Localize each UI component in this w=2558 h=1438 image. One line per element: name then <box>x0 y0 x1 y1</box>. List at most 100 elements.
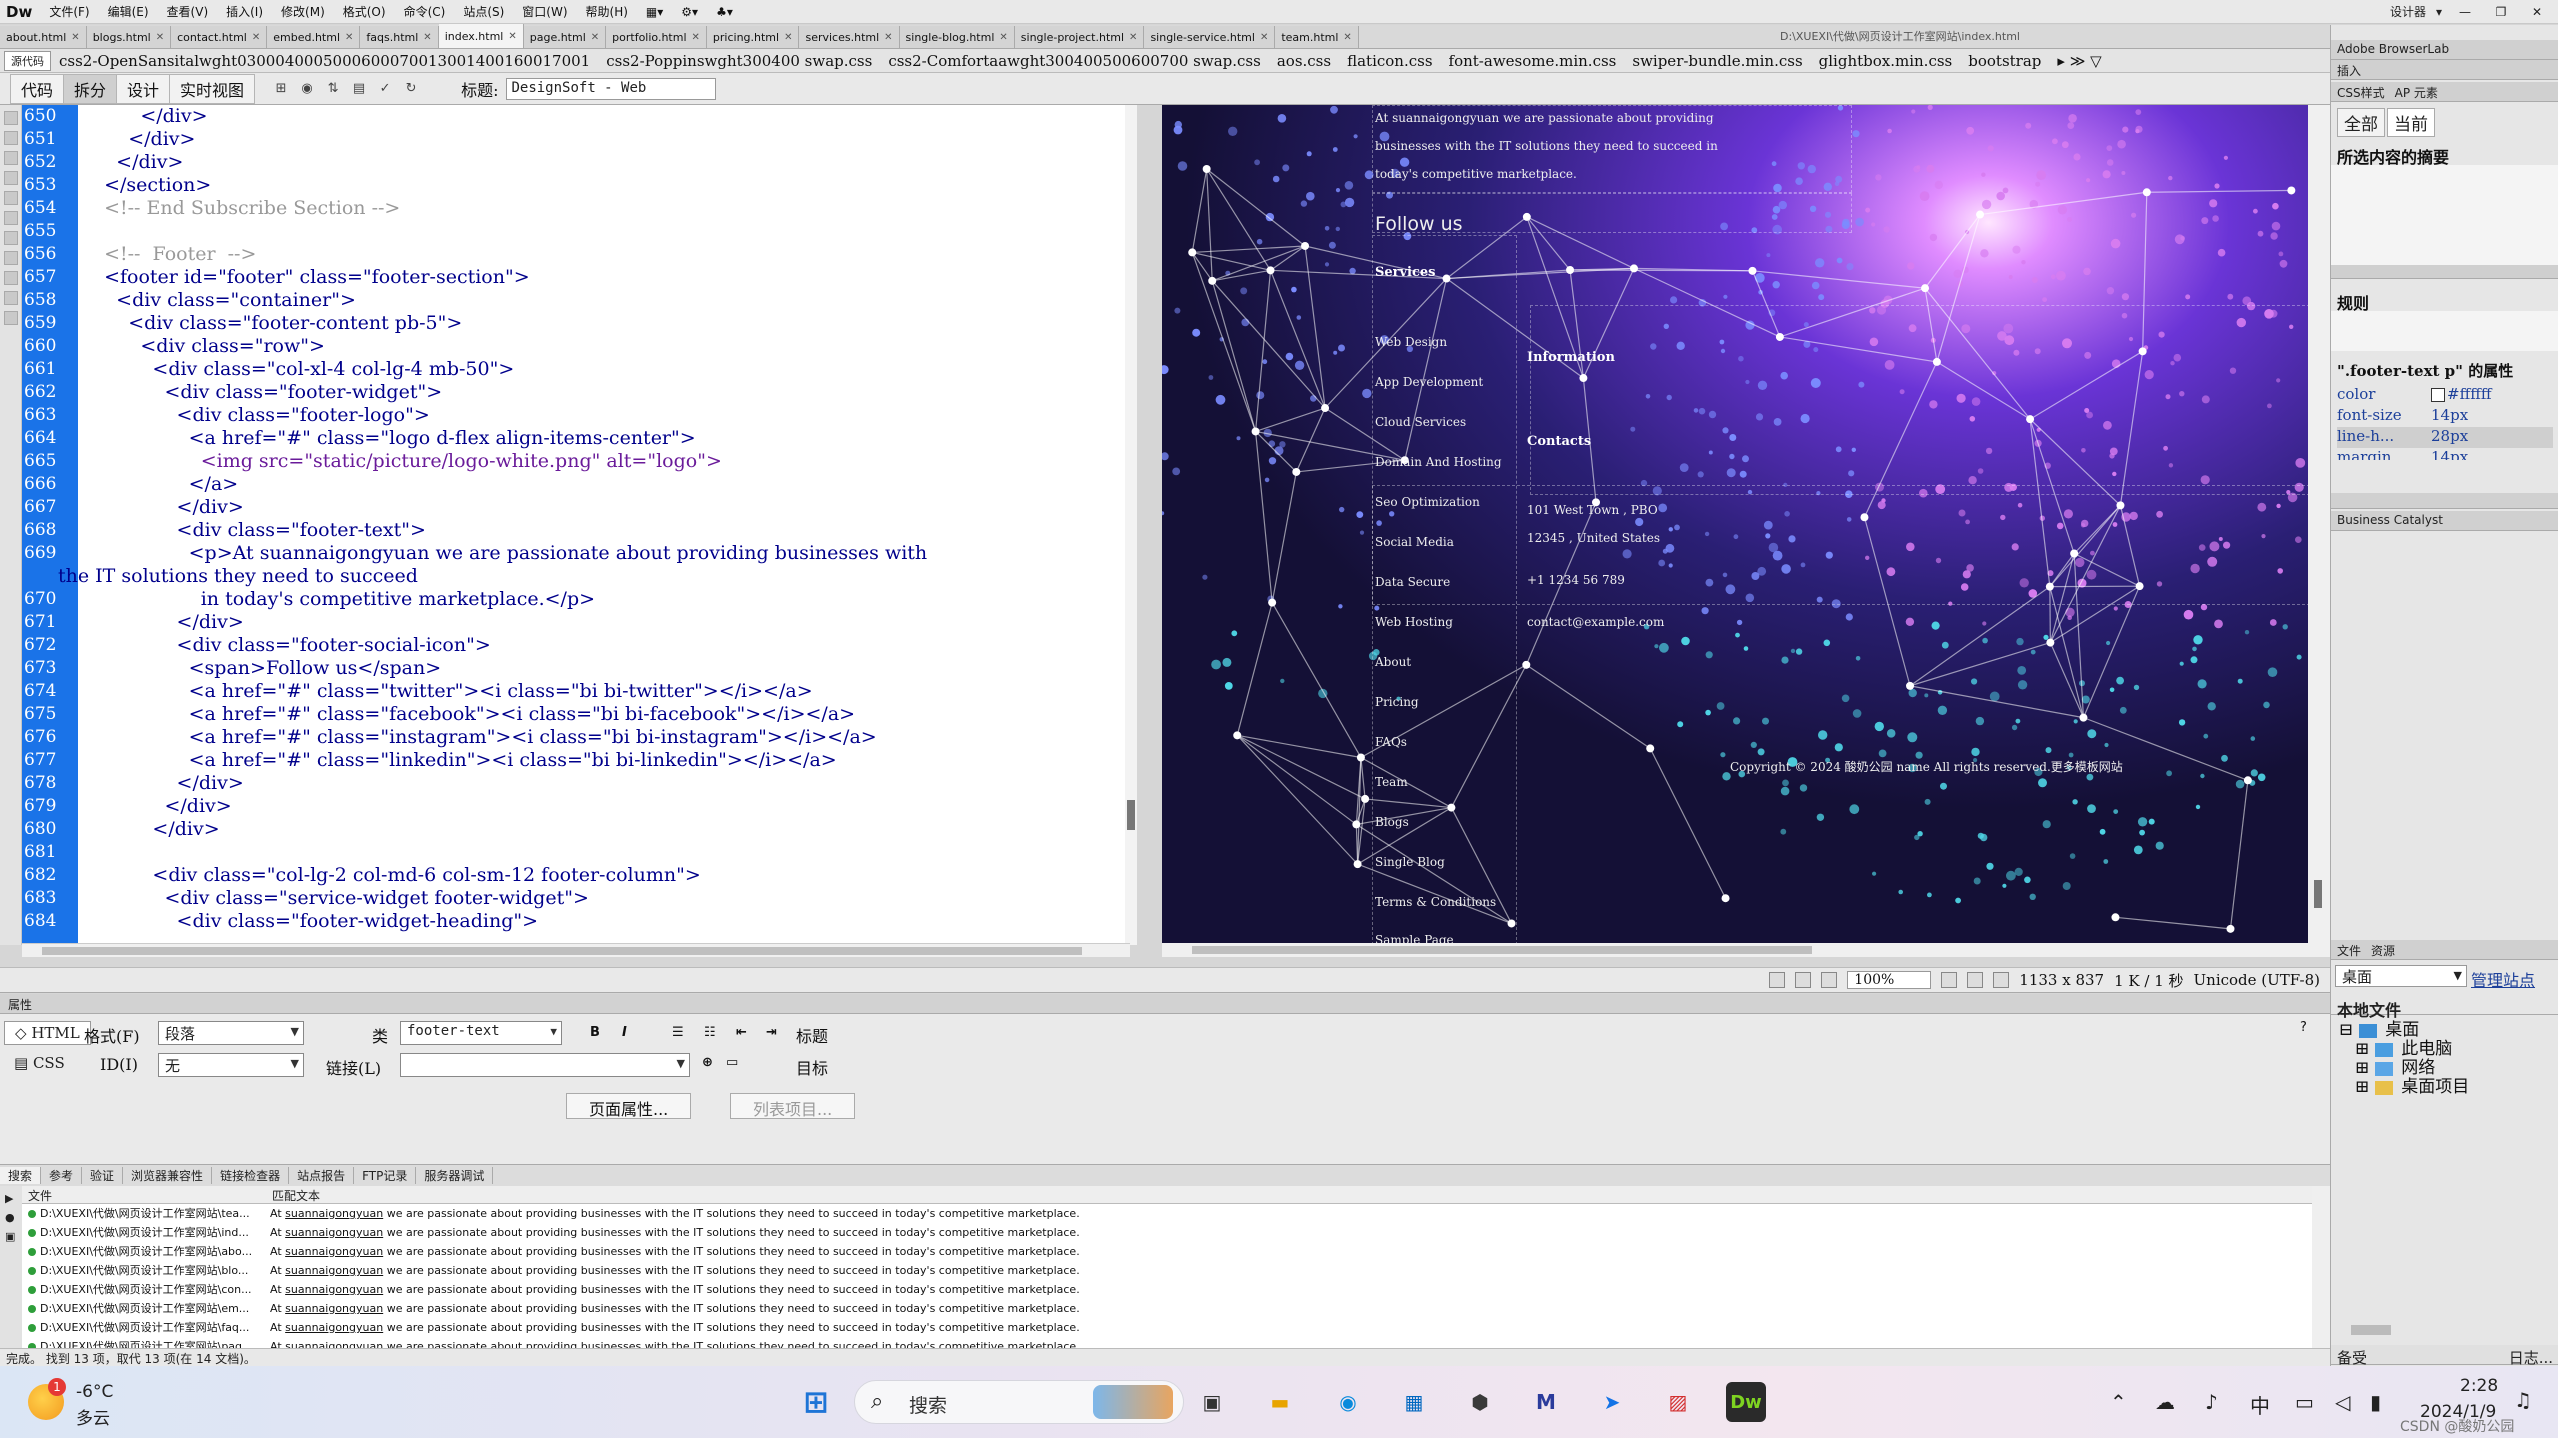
volume-icon[interactable]: ◁ <box>2335 1390 2350 1414</box>
minimize-icon[interactable]: — <box>2452 3 2478 21</box>
footer-link[interactable]: Web Hosting <box>1375 615 1453 629</box>
notification-bell-icon[interactable]: ♫ <box>2514 1388 2532 1412</box>
close-icon[interactable]: ✕ <box>345 32 353 43</box>
tab-about[interactable]: about.html ✕ <box>0 26 87 48</box>
window-size[interactable]: 1133 x 837 <box>2019 971 2104 989</box>
code-line[interactable]: 676 <a href="#" class="instagram"><i cla… <box>22 726 1130 749</box>
onedrive-icon[interactable]: ☁ <box>2155 1390 2175 1414</box>
code-line[interactable]: 656 <!-- Footer --> <box>22 243 1130 266</box>
stop-icon[interactable]: ● <box>5 1211 17 1224</box>
design-view-button[interactable]: 设计 <box>116 73 171 104</box>
chevron-right-icon[interactable]: ▸ ≫ ▽ <box>2049 52 2109 70</box>
store-icon[interactable]: ▦ <box>1394 1382 1434 1422</box>
code-line[interactable]: 659 <div class="footer-content pb-5"> <box>22 312 1130 335</box>
outdent-icon[interactable]: ⇤ <box>736 1025 747 1040</box>
zoom-tool-icon[interactable] <box>1821 972 1838 988</box>
point-to-file-icon[interactable]: ⊕ <box>702 1055 713 1070</box>
code-line[interactable]: 657 <footer id="footer" class="footer-se… <box>22 266 1130 289</box>
file-explorer-icon[interactable]: ▬ <box>1260 1382 1300 1422</box>
unordered-list-icon[interactable]: ☰ <box>672 1025 684 1040</box>
property-value[interactable]: 28px <box>2431 427 2468 445</box>
ordered-list-icon[interactable]: ☷ <box>704 1025 716 1040</box>
close-icon[interactable]: ✕ <box>252 32 260 43</box>
browserlab-panel-title[interactable]: Adobe BrowserLab <box>2331 40 2558 60</box>
settings-icon[interactable]: ⚙▾ <box>672 5 707 19</box>
microphone-icon[interactable]: ♪ <box>2205 1390 2218 1414</box>
code-line[interactable]: 677 <a href="#" class="linkedin"><i clas… <box>22 749 1130 772</box>
help-icon[interactable]: ? <box>2300 1020 2307 1035</box>
close-icon[interactable]: ✕ <box>423 32 431 43</box>
code-line[interactable]: 669 <p>At suannaigongyuan we are passion… <box>22 542 1130 565</box>
footer-link[interactable]: Domain And Hosting <box>1375 455 1502 469</box>
property-value[interactable]: 14px <box>2431 448 2468 460</box>
weather-widget[interactable]: 1 -6°C 多云 <box>20 1376 130 1429</box>
code-line[interactable]: 680 </div> <box>22 818 1130 841</box>
workspace-switcher[interactable]: 设计器 <box>2390 3 2426 20</box>
results-scrollbar[interactable] <box>2312 1186 2330 1348</box>
link-input[interactable]: ▼ <box>400 1053 690 1077</box>
related-file[interactable]: glightbox.min.css <box>1811 52 1961 70</box>
tab-single-service[interactable]: single-service.html ✕ <box>1144 26 1276 48</box>
local-files-header[interactable]: 本地文件 <box>2331 995 2558 1020</box>
tablet-size-icon[interactable] <box>1967 972 1984 988</box>
code-line[interactable]: 682 <div class="col-lg-2 col-md-6 col-sm… <box>22 864 1130 887</box>
footer-link[interactable]: App Development <box>1375 375 1483 389</box>
split-view-button[interactable]: 拆分 <box>63 73 118 104</box>
result-row[interactable]: D:\XUEXI\代做\网页设计工作室网站\tea... At suannaigo… <box>22 1204 2312 1223</box>
tab-validation[interactable]: 验证 <box>82 1167 124 1184</box>
scroll-thumb[interactable] <box>1127 800 1135 830</box>
log-button[interactable]: 日志... <box>2509 1347 2553 1367</box>
tab-contact[interactable]: contact.html ✕ <box>171 26 268 48</box>
taskbar-search[interactable]: ⌕ 搜索 <box>854 1380 1184 1424</box>
list-item-button[interactable]: 列表项目... <box>730 1093 856 1119</box>
tree-item-desktop-project[interactable]: ⊞ 桌面项目 <box>2355 1072 2469 1097</box>
remove-comment-icon[interactable] <box>4 311 18 325</box>
tab-team[interactable]: team.html ✕ <box>1275 26 1359 48</box>
close-icon[interactable]: ✕ <box>784 32 792 43</box>
clock-time[interactable]: 2:28 <box>2460 1376 2498 1396</box>
footer-link[interactable]: Data Secure <box>1375 575 1450 589</box>
css-property-row[interactable]: margin 14px <box>2337 448 2553 460</box>
close-icon[interactable]: ✕ <box>156 32 164 43</box>
mobile-size-icon[interactable] <box>1941 972 1958 988</box>
menu-modify[interactable]: 修改(M) <box>272 3 334 20</box>
code-line[interactable]: 672 <div class="footer-social-icon"> <box>22 634 1130 657</box>
code-line[interactable]: 673 <span>Follow us</span> <box>22 657 1130 680</box>
tab-ftp-log[interactable]: FTP记录 <box>354 1167 417 1184</box>
code-vertical-scrollbar[interactable] <box>1125 105 1137 945</box>
tab-pricing[interactable]: pricing.html ✕ <box>706 26 800 48</box>
all-button[interactable]: 全部 <box>2337 108 2385 137</box>
properties-title[interactable]: 属性 <box>0 994 2330 1014</box>
line-numbers-icon[interactable] <box>4 211 18 225</box>
highlight-invalid-icon[interactable] <box>4 231 18 245</box>
ap-elements-tab[interactable]: AP 元素 <box>2395 84 2438 100</box>
code-line[interactable]: 670 in today's competitive marketplace.<… <box>22 588 1130 611</box>
tab-portfolio[interactable]: portfolio.html ✕ <box>606 26 707 48</box>
word-wrap-icon[interactable] <box>4 251 18 265</box>
related-file[interactable]: css2-Comfortaawght300400500600700 swap.c… <box>880 52 1269 70</box>
tab-faqs[interactable]: faqs.html ✕ <box>360 26 439 48</box>
code-line[interactable]: 651 </div> <box>22 128 1130 151</box>
menu-commands[interactable]: 命令(C) <box>395 3 455 20</box>
code-editor[interactable]: 650 </div> 651 </div> 652 </div> 653 </sect… <box>22 105 1130 945</box>
code-line[interactable]: 650 </div> <box>22 105 1130 128</box>
menu-edit[interactable]: 编辑(E) <box>99 3 158 20</box>
property-value[interactable]: 14px <box>2431 406 2468 424</box>
close-icon[interactable]: ✕ <box>1129 32 1137 43</box>
collapse-tag-icon[interactable] <box>4 131 18 145</box>
expand-all-icon[interactable] <box>4 151 18 165</box>
close-icon[interactable]: ✕ <box>1260 32 1268 43</box>
start-icon[interactable]: ⊞ <box>796 1382 836 1422</box>
battery-icon[interactable]: ▮ <box>2370 1390 2381 1414</box>
footer-link[interactable]: Seo Optimization <box>1375 495 1480 509</box>
code-line[interactable]: 679 </div> <box>22 795 1130 818</box>
property-value[interactable]: #ffffff <box>2431 385 2492 403</box>
code-line[interactable]: 654 <!-- End Subscribe Section --> <box>22 197 1130 220</box>
design-horizontal-scrollbar[interactable] <box>1162 943 2330 957</box>
close-icon[interactable]: ✕ <box>71 32 79 43</box>
menu-insert[interactable]: 插入(I) <box>217 3 272 20</box>
manage-sites-link[interactable]: 管理站点 <box>2471 967 2535 991</box>
italic-button[interactable]: I <box>622 1025 627 1040</box>
tab-single-project[interactable]: single-project.html ✕ <box>1014 26 1145 48</box>
app-m-icon[interactable]: M <box>1526 1382 1566 1422</box>
